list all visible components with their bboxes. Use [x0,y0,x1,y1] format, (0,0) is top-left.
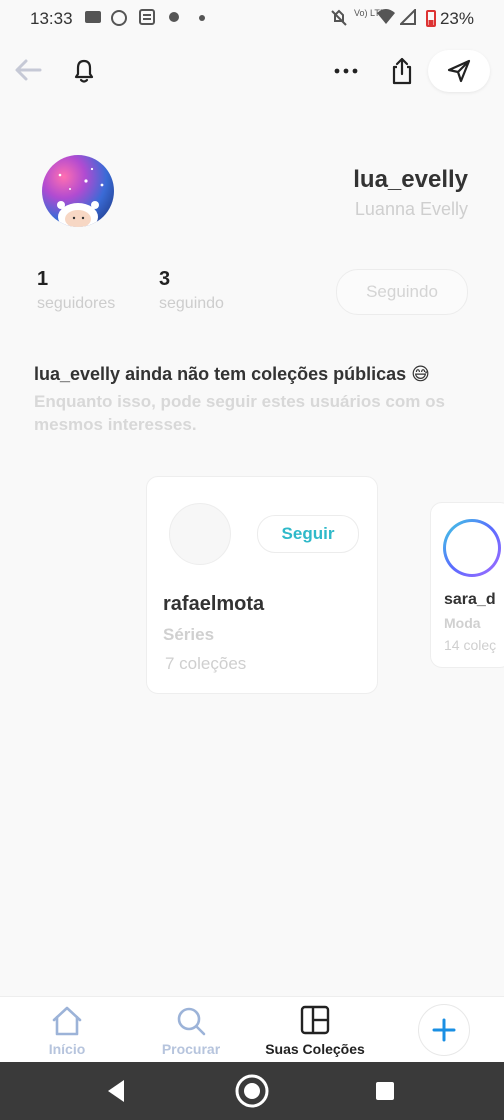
battery-percent: 23% [439,9,474,28]
app-icon [166,9,182,28]
followers-count: 1 [37,268,49,290]
gallery-icon [84,9,102,28]
system-home-button[interactable] [234,1073,270,1109]
circle-home-icon [235,1074,269,1108]
whatsapp-icon [110,9,128,30]
collections-icon [300,1005,330,1035]
followers-stat[interactable]: 1 seguidores [37,268,115,313]
profile-username: lua_evelly [353,166,468,193]
notifications-button[interactable] [68,54,100,88]
more-options-button[interactable] [330,56,362,86]
suggestion-username: sara_d [444,591,496,608]
send-icon [447,59,471,83]
empty-state-title: lua_evelly ainda não tem coleções públic… [34,364,430,384]
battery-icon [426,9,436,30]
following-button[interactable]: Seguindo [336,269,468,315]
add-button[interactable] [418,1004,470,1056]
home-icon [52,1006,82,1036]
following-count: 3 [159,268,171,290]
news-icon [138,9,156,28]
following-stat[interactable]: 3 seguindo [159,268,224,313]
profile-full-name: Luanna Evelly [354,199,468,219]
suggestion-collections: 14 coleç [444,637,497,653]
follow-button[interactable]: Seguir [257,515,359,553]
suggestion-category: Moda [444,615,481,631]
share-button[interactable] [386,54,418,88]
system-back-button[interactable] [104,1078,132,1106]
bell-icon [74,59,94,83]
send-message-button[interactable] [428,50,490,92]
nav-search[interactable]: Procurar [136,997,246,1063]
followers-label: seguidores [37,295,116,312]
share-icon [392,57,412,85]
status-time: 13:33 [30,9,73,28]
search-icon [177,1007,206,1036]
suggestion-category: Séries [163,625,215,644]
avatar-illustration [57,167,104,227]
suggestion-collections: 7 coleções [165,654,247,673]
suggestion-card[interactable]: Seguir rafaelmota Séries 7 coleções [146,476,378,694]
suggestion-avatar [169,503,231,565]
square-recents-icon [376,1082,394,1100]
mute-icon [330,9,348,30]
status-bar: 13:33 Vo) LTE 23% [0,0,504,38]
nav-home[interactable]: Início [12,997,122,1063]
nav-collections[interactable]: Suas Coleções [254,997,376,1063]
triangle-back-icon [108,1080,124,1102]
dot-icon [198,8,206,31]
avatar [42,155,114,227]
signal-icon [398,7,416,28]
back-button[interactable] [12,54,44,86]
wifi-icon [376,9,396,28]
following-label: seguindo [159,295,224,312]
plus-icon [432,1018,456,1042]
nav-search-label: Procurar [161,1041,221,1057]
system-navigation-bar [0,1062,504,1120]
suggestion-username: rafaelmota [163,593,265,615]
suggestion-card[interactable]: sara_d Moda 14 coleç [430,502,504,668]
nav-collections-label: Suas Coleções [265,1041,365,1057]
more-dots-icon [334,68,358,74]
nav-home-label: Início [48,1041,86,1057]
system-recents-button[interactable] [374,1080,396,1102]
suggestion-avatar [443,519,501,577]
empty-state-subtitle: Enquanto isso, pode seguir estes usuário… [34,392,445,434]
arrow-left-icon [15,59,42,81]
